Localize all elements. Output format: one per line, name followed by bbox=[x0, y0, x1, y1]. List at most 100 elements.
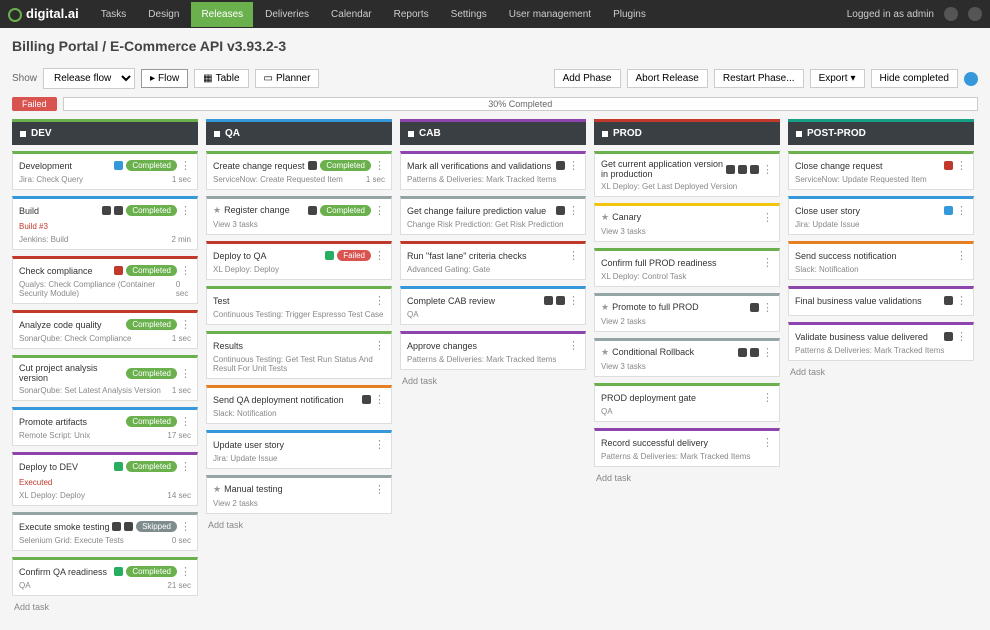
task-card[interactable]: PROD deployment gate⋮QA bbox=[594, 383, 780, 422]
task-card[interactable]: Close change request⋮ServiceNow: Update … bbox=[788, 151, 974, 190]
task-card[interactable]: Analyze code qualityCompleted⋮SonarQube:… bbox=[12, 310, 198, 349]
more-icon[interactable]: ⋮ bbox=[956, 330, 967, 343]
more-icon[interactable]: ⋮ bbox=[956, 204, 967, 217]
more-icon[interactable]: ⋮ bbox=[180, 367, 191, 380]
more-icon[interactable]: ⋮ bbox=[568, 204, 579, 217]
add-task-link[interactable]: Add task bbox=[400, 370, 586, 392]
task-card[interactable]: Mark all verifications and validations⋮P… bbox=[400, 151, 586, 190]
more-icon[interactable]: ⋮ bbox=[180, 565, 191, 578]
more-icon[interactable]: ⋮ bbox=[374, 483, 385, 496]
nav-reports[interactable]: Reports bbox=[384, 2, 439, 27]
more-icon[interactable]: ⋮ bbox=[180, 460, 191, 473]
task-card[interactable]: ★Promote to full PROD⋮View 2 tasks bbox=[594, 293, 780, 332]
task-card[interactable]: Test⋮Continuous Testing: Trigger Espress… bbox=[206, 286, 392, 325]
task-subtitle: Jira: Check Query1 sec bbox=[19, 175, 191, 184]
task-card[interactable]: Send success notification⋮Slack: Notific… bbox=[788, 241, 974, 280]
export-button[interactable]: Export ▾ bbox=[810, 69, 865, 88]
nav-calendar[interactable]: Calendar bbox=[321, 2, 382, 27]
task-card[interactable]: Get change failure prediction value⋮Chan… bbox=[400, 196, 586, 235]
task-card[interactable]: ★Manual testing⋮View 2 tasks bbox=[206, 475, 392, 514]
more-icon[interactable]: ⋮ bbox=[568, 249, 579, 262]
more-icon[interactable]: ⋮ bbox=[374, 249, 385, 262]
task-card[interactable]: Confirm QA readinessCompleted⋮QA21 sec bbox=[12, 557, 198, 596]
task-card[interactable]: Execute smoke testingSkipped⋮Selenium Gr… bbox=[12, 512, 198, 551]
more-icon[interactable]: ⋮ bbox=[180, 159, 191, 172]
view-flow-button[interactable]: ▸ Flow bbox=[141, 69, 188, 88]
nav-settings[interactable]: Settings bbox=[441, 2, 497, 27]
more-icon[interactable]: ⋮ bbox=[956, 249, 967, 262]
hide-completed-button[interactable]: Hide completed bbox=[871, 69, 958, 88]
view-table-button[interactable]: ▦ Table bbox=[194, 69, 248, 88]
more-icon[interactable]: ⋮ bbox=[568, 339, 579, 352]
more-icon[interactable]: ⋮ bbox=[762, 346, 773, 359]
task-card[interactable]: Send QA deployment notification⋮Slack: N… bbox=[206, 385, 392, 424]
more-icon[interactable]: ⋮ bbox=[374, 393, 385, 406]
more-icon[interactable]: ⋮ bbox=[180, 318, 191, 331]
task-subtitle: Continuous Testing: Get Test Run Status … bbox=[213, 355, 385, 373]
task-card[interactable]: Cut project analysis versionCompleted⋮So… bbox=[12, 355, 198, 401]
more-icon[interactable]: ⋮ bbox=[762, 436, 773, 449]
task-card[interactable]: ★Conditional Rollback⋮View 3 tasks bbox=[594, 338, 780, 377]
task-card[interactable]: Run "fast lane" criteria checks⋮Advanced… bbox=[400, 241, 586, 280]
more-icon[interactable]: ⋮ bbox=[374, 294, 385, 307]
more-icon[interactable]: ⋮ bbox=[762, 256, 773, 269]
task-card[interactable]: Deploy to QAFailed⋮XL Deploy: Deploy bbox=[206, 241, 392, 280]
nav-plugins[interactable]: Plugins bbox=[603, 2, 656, 27]
abort-release-button[interactable]: Abort Release bbox=[627, 69, 708, 88]
task-card[interactable]: Create change requestCompleted⋮ServiceNo… bbox=[206, 151, 392, 190]
more-icon[interactable]: ⋮ bbox=[374, 204, 385, 217]
task-card[interactable]: Deploy to DEVCompleted⋮ExecutedXL Deploy… bbox=[12, 452, 198, 506]
nav-tasks[interactable]: Tasks bbox=[91, 2, 137, 27]
task-card[interactable]: Complete CAB review⋮QA bbox=[400, 286, 586, 325]
nav-design[interactable]: Design bbox=[138, 2, 189, 27]
more-icon[interactable]: ⋮ bbox=[180, 415, 191, 428]
task-card[interactable]: Update user story⋮Jira: Update Issue bbox=[206, 430, 392, 469]
help-icon[interactable] bbox=[944, 7, 958, 21]
task-card[interactable]: Promote artifactsCompleted⋮Remote Script… bbox=[12, 407, 198, 446]
task-card[interactable]: Close user story⋮Jira: Update Issue bbox=[788, 196, 974, 235]
add-task-link[interactable]: Add task bbox=[594, 467, 780, 489]
task-card[interactable]: ★Canary⋮View 3 tasks bbox=[594, 203, 780, 242]
view-planner-button[interactable]: ▭ Planner bbox=[255, 69, 320, 88]
task-card[interactable]: Confirm full PROD readiness⋮XL Deploy: C… bbox=[594, 248, 780, 287]
more-icon[interactable]: ⋮ bbox=[374, 339, 385, 352]
more-icon[interactable]: ⋮ bbox=[180, 264, 191, 277]
task-card[interactable]: Final business value validations⋮ bbox=[788, 286, 974, 316]
task-card[interactable]: Results⋮Continuous Testing: Get Test Run… bbox=[206, 331, 392, 379]
task-card[interactable]: Get current application version in produ… bbox=[594, 151, 780, 197]
task-card[interactable]: ★Register changeCompleted⋮View 3 tasks bbox=[206, 196, 392, 235]
add-phase-button[interactable]: Add Phase bbox=[554, 69, 621, 88]
more-icon[interactable]: ⋮ bbox=[180, 204, 191, 217]
task-card[interactable]: DevelopmentCompleted⋮Jira: Check Query1 … bbox=[12, 151, 198, 190]
more-icon[interactable]: ⋮ bbox=[762, 391, 773, 404]
add-task-link[interactable]: Add task bbox=[206, 514, 392, 536]
task-card[interactable]: Approve changes⋮Patterns & Deliveries: M… bbox=[400, 331, 586, 370]
task-card[interactable]: Check complianceCompleted⋮Qualys: Check … bbox=[12, 256, 198, 304]
more-icon[interactable]: ⋮ bbox=[762, 211, 773, 224]
add-task-link[interactable]: Add task bbox=[788, 361, 974, 383]
more-icon[interactable]: ⋮ bbox=[956, 294, 967, 307]
task-title: Build bbox=[19, 206, 102, 216]
task-card[interactable]: Record successful delivery⋮Patterns & De… bbox=[594, 428, 780, 467]
more-icon[interactable]: ⋮ bbox=[762, 301, 773, 314]
more-icon[interactable]: ⋮ bbox=[180, 520, 191, 533]
column-header: POST-PROD bbox=[788, 119, 974, 145]
task-type-icon bbox=[102, 206, 111, 215]
task-card[interactable]: Validate business value delivered⋮Patter… bbox=[788, 322, 974, 361]
more-icon[interactable]: ⋮ bbox=[568, 294, 579, 307]
nav-user-management[interactable]: User management bbox=[499, 2, 601, 27]
restart-phase-button[interactable]: Restart Phase... bbox=[714, 69, 804, 88]
task-type-icon bbox=[556, 206, 565, 215]
more-icon[interactable]: ⋮ bbox=[374, 438, 385, 451]
activity-icon[interactable] bbox=[964, 72, 978, 86]
add-task-link[interactable]: Add task bbox=[12, 596, 198, 618]
nav-releases[interactable]: Releases bbox=[191, 2, 253, 27]
task-card[interactable]: BuildCompleted⋮Build #3Jenkins: Build2 m… bbox=[12, 196, 198, 250]
nav-deliveries[interactable]: Deliveries bbox=[255, 2, 319, 27]
more-icon[interactable]: ⋮ bbox=[956, 159, 967, 172]
show-select[interactable]: Release flow bbox=[43, 68, 135, 89]
settings-icon[interactable] bbox=[968, 7, 982, 21]
more-icon[interactable]: ⋮ bbox=[568, 159, 579, 172]
more-icon[interactable]: ⋮ bbox=[762, 163, 773, 176]
more-icon[interactable]: ⋮ bbox=[374, 159, 385, 172]
